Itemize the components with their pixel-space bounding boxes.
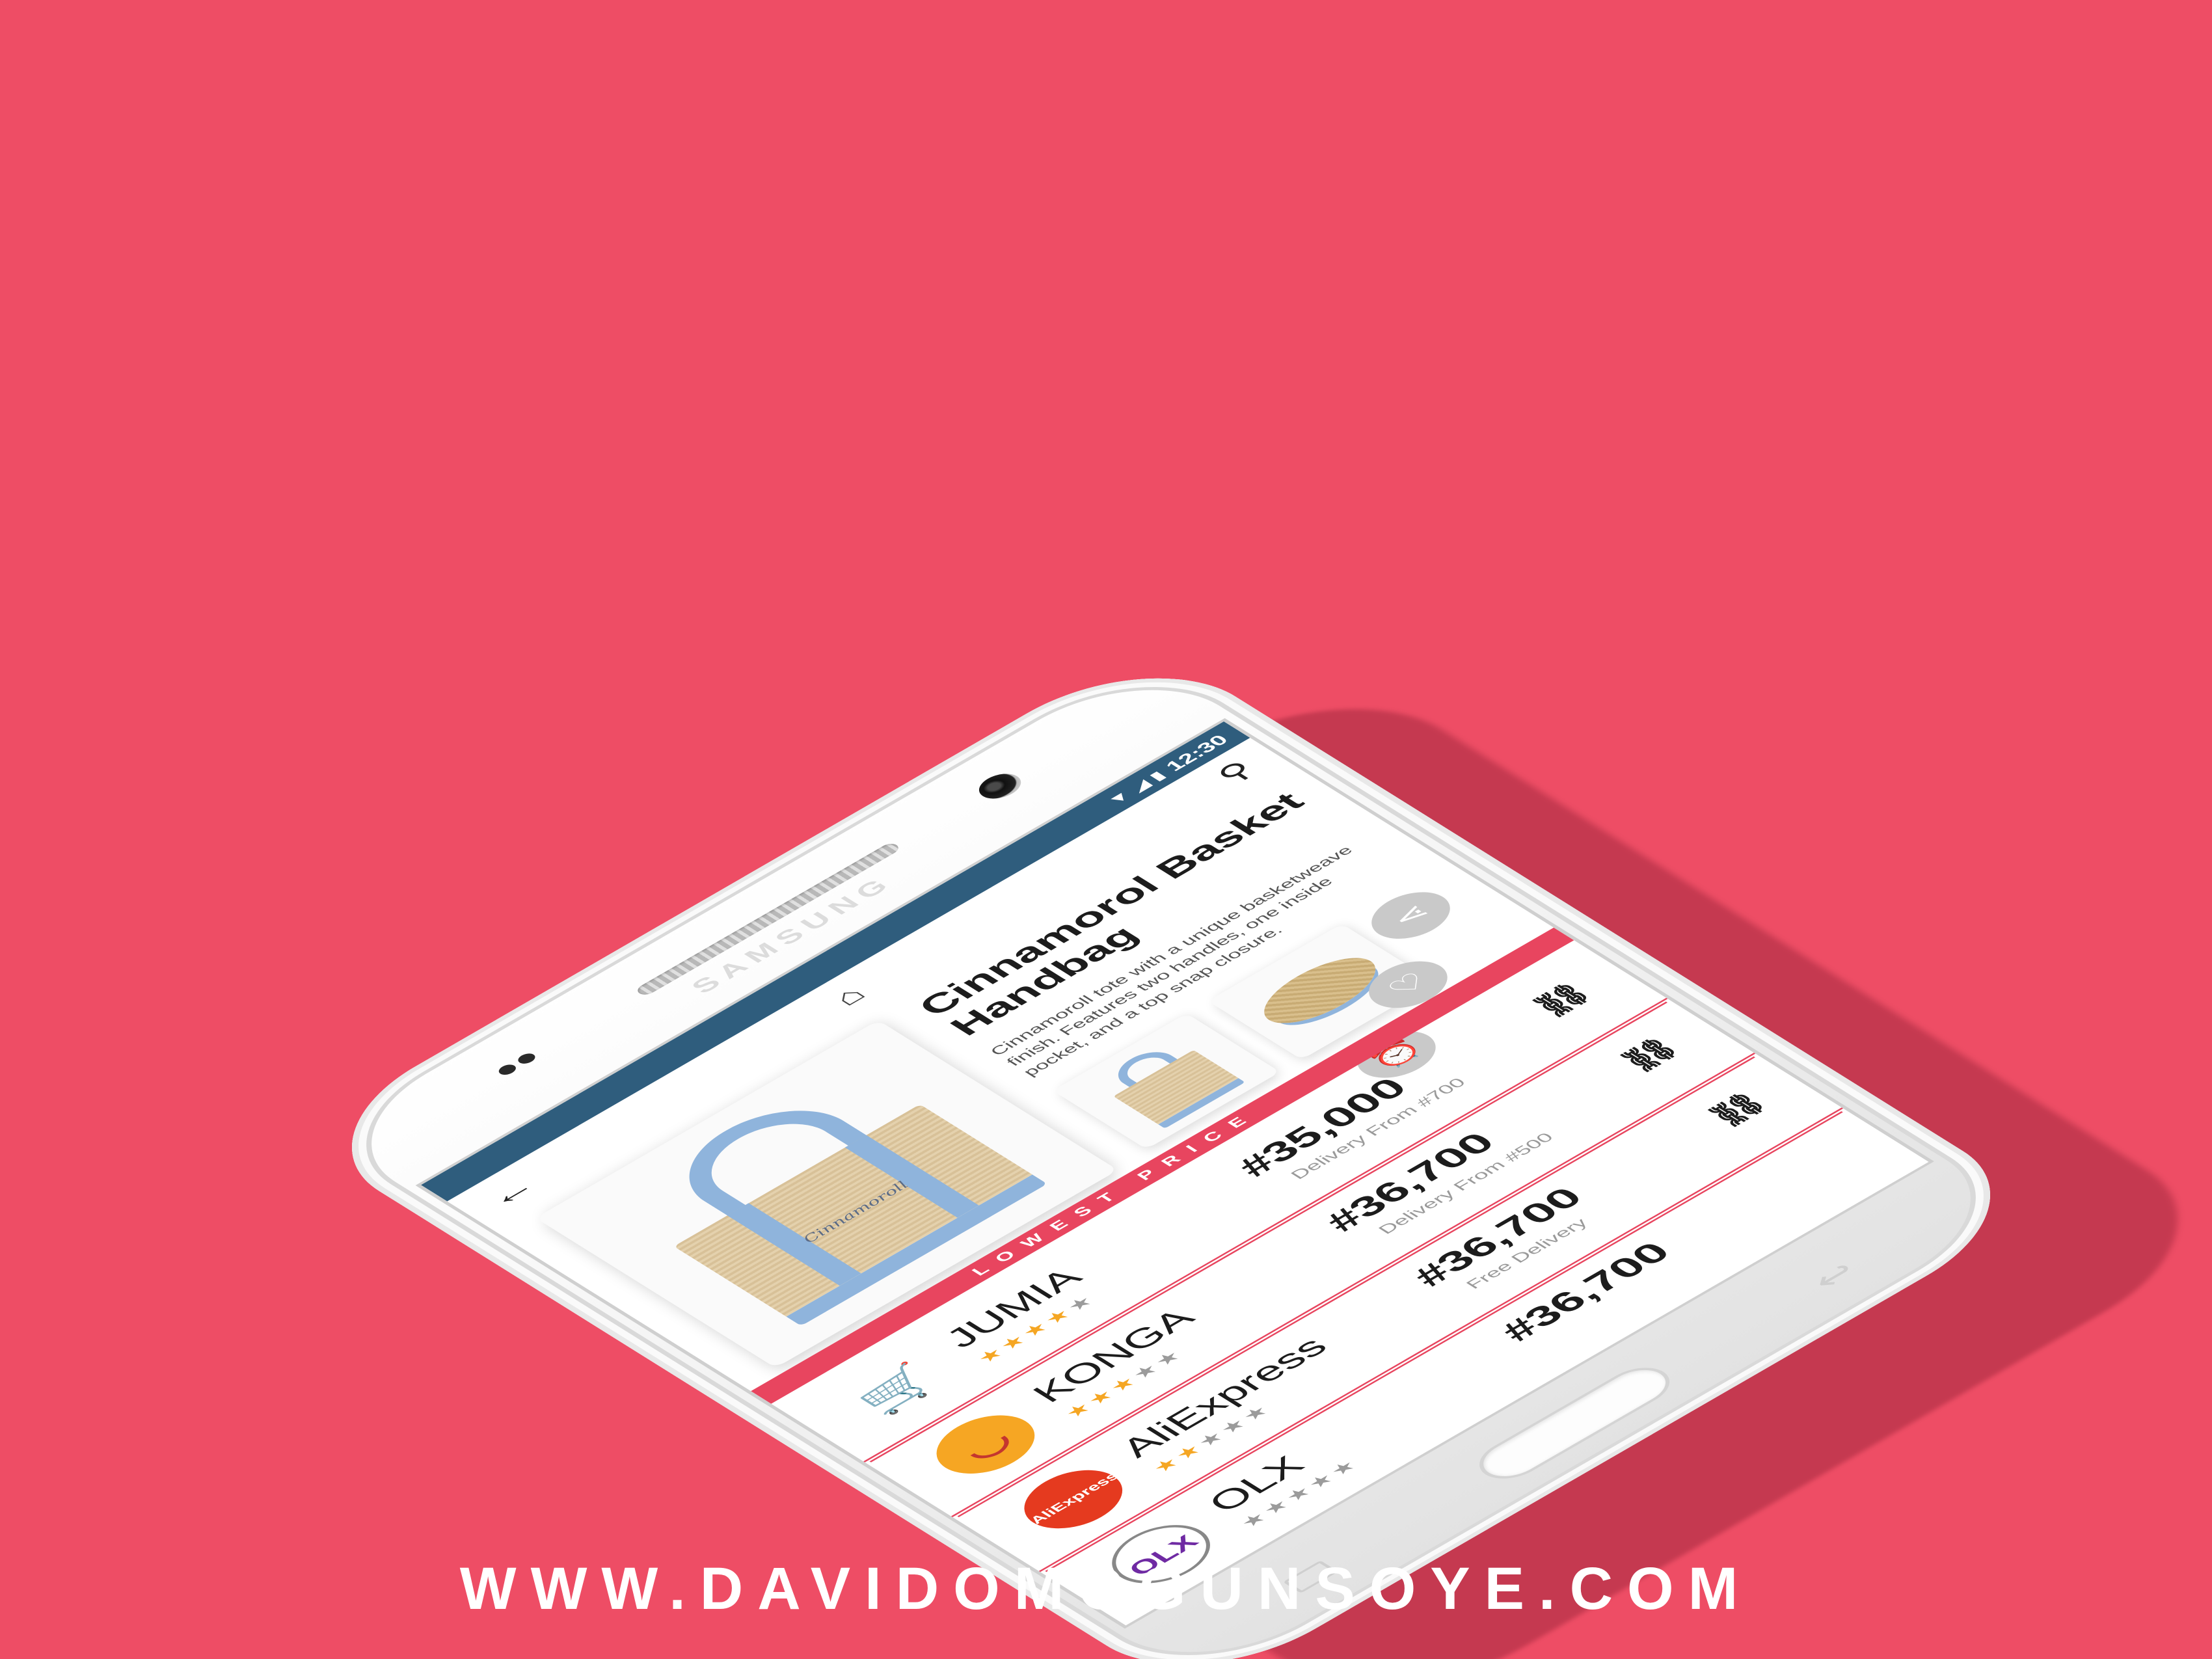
search-icon[interactable]: ⚲ — [1209, 756, 1262, 788]
home-icon[interactable]: ⌂ — [825, 981, 873, 1010]
mockup-stage: SAMSUNG ▼ ◢ ▮ 12:30 ← ⌂ ⚲ Cinnamoroll Ci… — [0, 0, 2212, 1659]
phone: SAMSUNG ▼ ◢ ▮ 12:30 ← ⌂ ⚲ Cinnamoroll Ci… — [293, 642, 2049, 1659]
link-icon[interactable]: ⛓ — [1611, 1031, 1689, 1078]
link-icon[interactable]: ⛓ — [1523, 977, 1601, 1023]
back-key-icon[interactable]: ↩ — [1802, 1256, 1868, 1295]
share-icon: ⋖ — [1383, 899, 1438, 932]
share-button[interactable]: ⋖ — [1356, 883, 1466, 949]
front-camera — [971, 768, 1029, 804]
heart-icon: ♡ — [1380, 967, 1436, 1001]
front-sensors — [495, 1049, 546, 1078]
website-url: WWW.DAVIDOMOGUNSOYE.COM — [459, 1556, 1753, 1622]
link-icon[interactable]: ⛓ — [1698, 1086, 1776, 1133]
